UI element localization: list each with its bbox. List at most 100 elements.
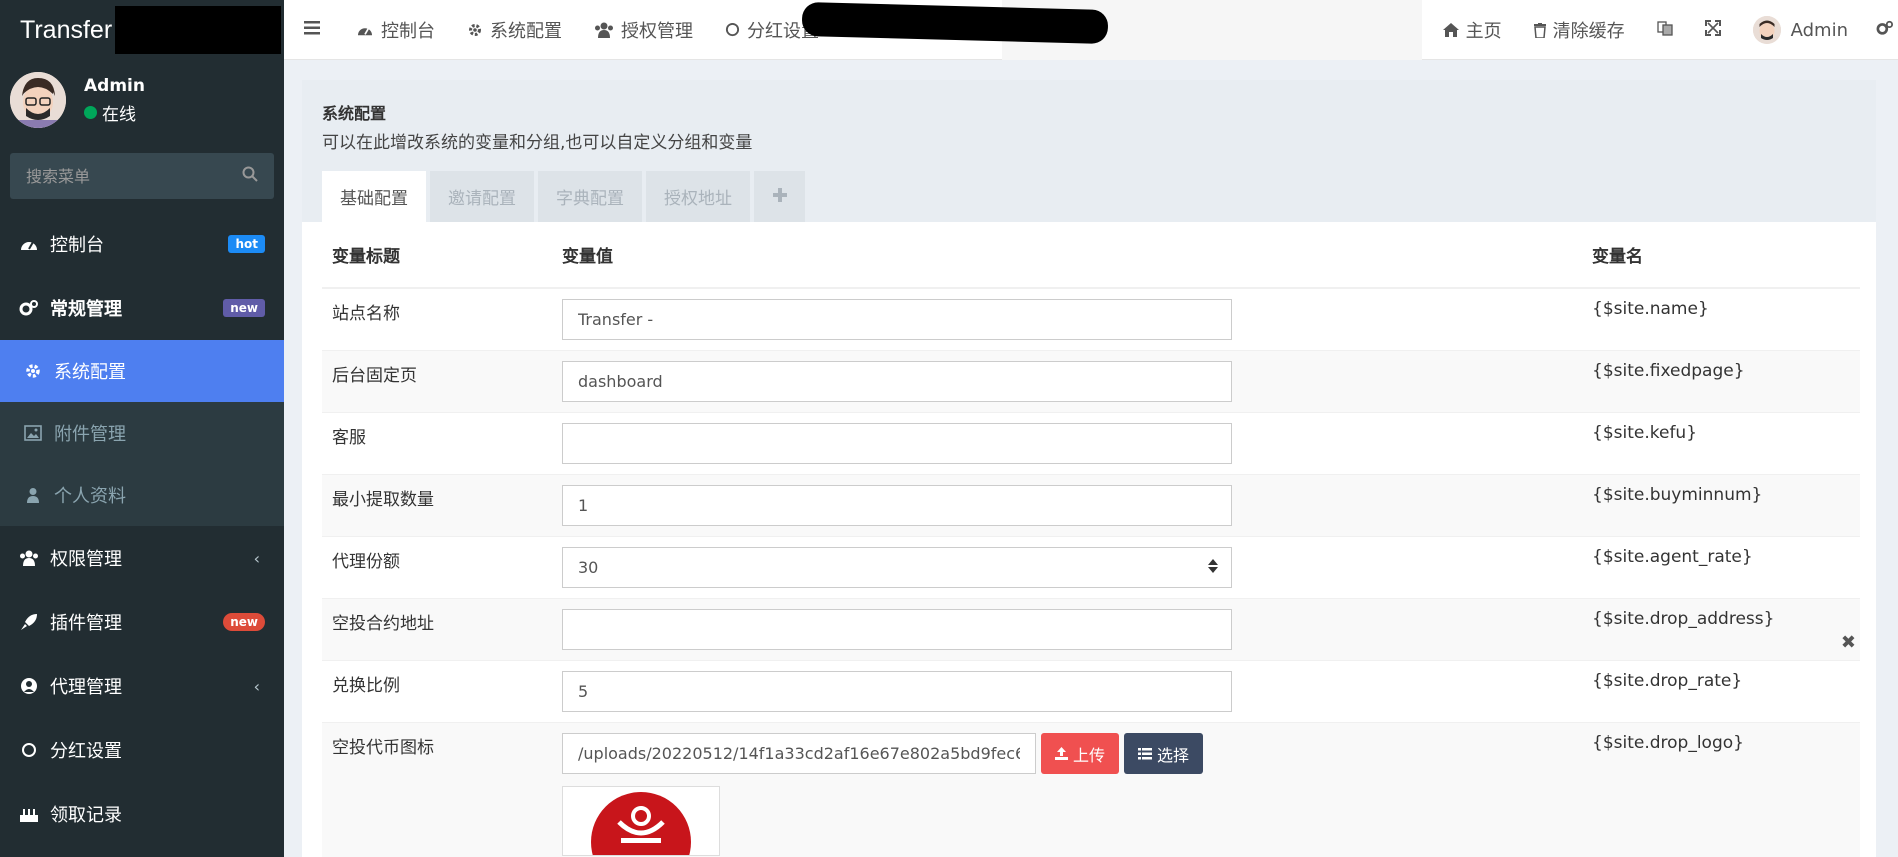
tab-invite[interactable]: 邀请配置 (430, 171, 534, 222)
submenu-general: 系统配置 附件管理 个人资料 (0, 340, 284, 526)
site-name-input[interactable] (562, 299, 1232, 340)
rocket-icon (18, 613, 40, 631)
home-label: 主页 (1465, 21, 1502, 42)
column-header: 变量值 (552, 222, 1582, 289)
gear-icon (467, 22, 483, 38)
agent-rate-input[interactable] (562, 547, 1232, 588)
sidebar-item-label: 权限管理 (50, 549, 122, 570)
search-icon[interactable] (242, 166, 258, 186)
add-tab-button[interactable] (754, 171, 805, 222)
column-header: 变量标题 (322, 222, 552, 289)
cogs-icon (18, 299, 40, 317)
drop-logo-input[interactable] (562, 733, 1036, 774)
redaction-mask (115, 6, 282, 54)
users-icon (18, 550, 40, 566)
config-table: 变量标题 变量值 变量名 站点名称 {$site.name} 后台固定页 {$s… (322, 222, 1860, 857)
var-name: {$site.drop_rate} (1582, 660, 1860, 723)
cogs-icon (1876, 20, 1894, 41)
sidebar-item-permissions[interactable]: 权限管理 ‹ (0, 526, 284, 590)
user-name: Admin (84, 75, 145, 96)
image-icon (22, 425, 44, 441)
fixed-page-input[interactable] (562, 361, 1232, 402)
sidebar: Transfer Admin 在线 搜索菜单 控制台 hot 常规管理 new … (0, 0, 284, 857)
home-icon (1442, 23, 1459, 37)
nav-tab-dashboard[interactable]: 控制台 (340, 0, 451, 60)
sidebar-item-label: 插件管理 (50, 613, 122, 634)
sidebar-item-attachments[interactable]: 附件管理 (0, 402, 284, 464)
hamburger-icon (304, 20, 320, 39)
delete-icon[interactable]: ✖ (1841, 632, 1856, 653)
tab-dictionary[interactable]: 字典配置 (538, 171, 642, 222)
nav-tab-system-config[interactable]: 系统配置 (451, 0, 578, 60)
list-icon (1138, 747, 1153, 760)
sidebar-menu: 控制台 hot 常规管理 new 系统配置 附件管理 个人资料 权限管理 ‹ 插… (0, 212, 284, 846)
drop-rate-input[interactable] (562, 671, 1232, 712)
config-tabs: 基础配置 邀请配置 字典配置 授权地址 (322, 171, 809, 222)
translate-icon (1656, 20, 1673, 41)
top-navbar: 控制台 系统配置 授权管理 分红设置 主页 清除缓存 Admin (284, 0, 1898, 60)
sidebar-search (10, 153, 274, 199)
table-row: 后台固定页 {$site.fixedpage} (322, 350, 1860, 413)
choose-button[interactable]: 选择 (1124, 733, 1204, 774)
home-link[interactable]: 主页 (1427, 0, 1518, 60)
sidebar-item-general[interactable]: 常规管理 new (0, 276, 284, 340)
sidebar-item-profile[interactable]: 个人资料 (0, 464, 284, 526)
logo-preview[interactable] (562, 786, 720, 856)
var-name: {$site.buyminnum} (1582, 474, 1860, 537)
var-title: 空投合约地址 (322, 598, 552, 661)
user-circle-icon (18, 677, 40, 695)
sidebar-item-dividend[interactable]: 分红设置 (0, 718, 284, 782)
sidebar-item-label: 代理管理 (50, 677, 122, 698)
nav-tab-auth[interactable]: 授权管理 (578, 0, 709, 60)
var-name: {$site.drop_logo} (1582, 722, 1860, 857)
chevron-left-icon: ‹ (253, 548, 260, 568)
user-menu[interactable]: Admin (1737, 0, 1864, 60)
spinner-arrows-icon[interactable] (1208, 559, 1218, 573)
page-subtitle: 可以在此增改系统的变量和分组,也可以自定义分组和变量 (322, 133, 753, 153)
column-header: 变量名 (1582, 222, 1860, 289)
table-row: 兑换比例 {$site.drop_rate} (322, 660, 1860, 723)
new-badge: new (223, 613, 265, 631)
kefu-input[interactable] (562, 423, 1232, 464)
tab-auth-address[interactable]: 授权地址 (646, 171, 750, 222)
sidebar-item-plugins[interactable]: 插件管理 new (0, 590, 284, 654)
nav-tab-label: 控制台 (381, 20, 435, 42)
tab-basic[interactable]: 基础配置 (322, 171, 426, 222)
user-status: 在线 (84, 100, 145, 125)
brand-logo[interactable]: Transfer (0, 0, 284, 60)
brand-title: Transfer (20, 15, 113, 44)
sidebar-item-label: 领取记录 (50, 805, 122, 826)
chevron-left-icon: ‹ (253, 676, 260, 696)
sidebar-toggle[interactable] (284, 0, 340, 60)
sidebar-item-agents[interactable]: 代理管理 ‹ (0, 654, 284, 718)
sidebar-item-dashboard[interactable]: 控制台 hot (0, 212, 284, 276)
fullscreen-button[interactable] (1689, 0, 1737, 60)
drop-address-input[interactable] (562, 609, 1232, 650)
online-dot-icon (84, 105, 97, 119)
clear-cache-button[interactable]: 清除缓存 (1518, 0, 1641, 60)
sidebar-item-label: 个人资料 (54, 486, 126, 507)
min-withdraw-input[interactable] (562, 485, 1232, 526)
var-name: {$site.agent_rate} (1582, 536, 1860, 599)
var-name: {$site.kefu} (1582, 412, 1860, 475)
nav-tab-label: 授权管理 (621, 20, 693, 42)
user-panel: Admin 在线 (0, 60, 284, 140)
language-toggle[interactable] (1641, 0, 1689, 60)
birthday-cake-icon (18, 805, 40, 823)
dashboard-icon (356, 23, 374, 37)
sidebar-item-label: 控制台 (50, 235, 104, 256)
sidebar-item-system-config[interactable]: 系统配置 (0, 340, 284, 402)
gear-icon (22, 362, 44, 380)
user-menu-label: Admin (1790, 19, 1848, 41)
sidebar-item-label: 附件管理 (54, 424, 126, 445)
sidebar-item-claim-records[interactable]: 领取记录 (0, 782, 284, 846)
table-row: 站点名称 {$site.name} (322, 287, 1860, 351)
circle-icon (18, 742, 40, 758)
token-logo-image (591, 792, 691, 855)
sidebar-search-input[interactable] (26, 166, 226, 186)
var-title: 代理份额 (322, 536, 552, 599)
settings-button[interactable] (1864, 0, 1898, 60)
var-title: 兑换比例 (322, 660, 552, 723)
upload-button[interactable]: 上传 (1041, 733, 1120, 774)
var-title: 空投代币图标 (322, 722, 552, 857)
